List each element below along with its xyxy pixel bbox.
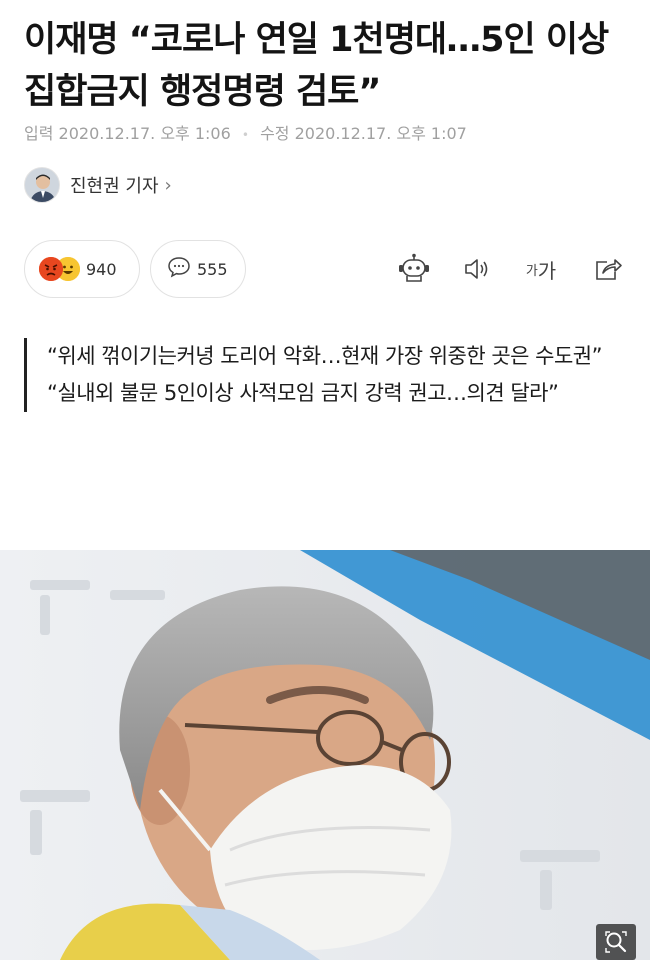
avatar <box>24 167 60 203</box>
speaker-icon[interactable] <box>460 252 496 286</box>
font-size-icon[interactable]: 가가 <box>520 252 562 286</box>
reaction-count: 940 <box>86 259 117 279</box>
author-link[interactable]: 진현권 기자 › <box>24 166 172 204</box>
comment-count: 555 <box>197 259 228 279</box>
font-size-small-label: 가 <box>525 263 538 279</box>
author-name: 진현권 기자 <box>70 176 159 197</box>
angry-emoji-icon <box>39 257 63 281</box>
meta-separator: • <box>241 128 249 142</box>
published-label: 입력 <box>24 124 54 143</box>
article-photo[interactable] <box>0 550 650 960</box>
modified-label: 수정 <box>260 124 290 143</box>
summary-line: “위세 꺾이기는커녕 도리어 악화…현재 가장 위중한 곳은 수도권” <box>47 344 602 368</box>
article-summary: “위세 꺾이기는커녕 도리어 악화…현재 가장 위중한 곳은 수도권” “실내외… <box>24 338 614 412</box>
chevron-right-icon: › <box>164 174 172 196</box>
reaction-button[interactable]: 940 <box>24 240 140 298</box>
published-time: 2020.12.17. 오후 1:06 <box>58 124 231 143</box>
comment-button[interactable]: 555 <box>150 240 246 298</box>
font-size-large-label: 가 <box>537 258 557 283</box>
summary-line: “실내외 불문 5인이상 사적모임 금지 강력 권고…의견 달라” <box>47 381 559 405</box>
share-icon[interactable] <box>590 252 626 286</box>
comment-bubble-icon <box>167 256 191 282</box>
article-meta: 입력 2020.12.17. 오후 1:06 • 수정 2020.12.17. … <box>24 120 467 144</box>
modified-time: 2020.12.17. 오후 1:07 <box>294 124 467 143</box>
zoom-icon[interactable] <box>596 924 636 960</box>
article-headline: 이재명 “코로나 연일 1천명대…5인 이상 집합금지 행정명령 검토” <box>24 20 609 112</box>
robot-read-icon[interactable] <box>396 252 432 286</box>
